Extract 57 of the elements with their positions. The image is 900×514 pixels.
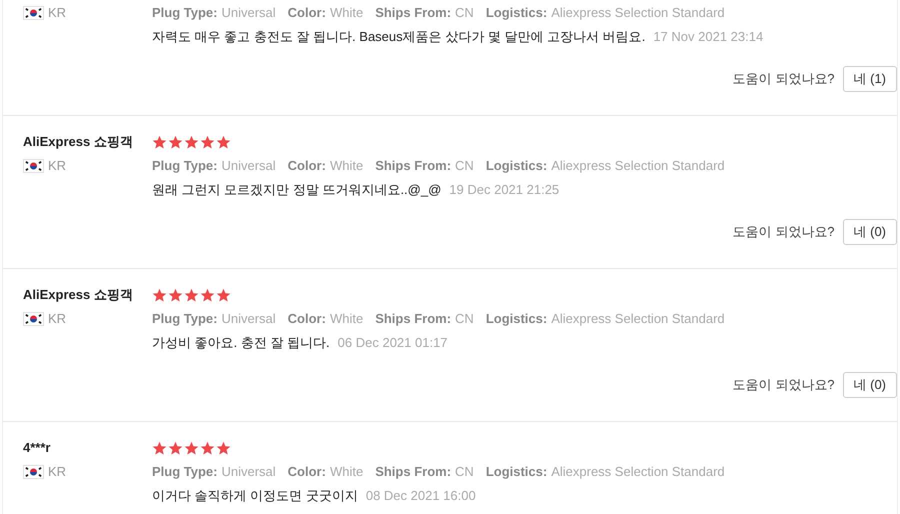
reviewer-name: 4***r	[23, 439, 52, 457]
attribute-label: Ships From:	[375, 5, 452, 20]
attribute-label: Ships From:	[375, 464, 452, 479]
attribute-value: White	[330, 158, 364, 173]
attribute-value: White	[330, 464, 364, 479]
reviewer-name: AliExpress 쇼핑객	[23, 133, 134, 151]
attribute-label: Ships From:	[375, 311, 452, 326]
helpful-question: 도움이 되었나요?	[732, 223, 834, 241]
attribute-label: Color:	[288, 5, 326, 20]
attribute-label: Ships From:	[375, 158, 452, 173]
helpful-question: 도움이 되었나요?	[732, 70, 834, 88]
attribute-label: Logistics:	[486, 311, 548, 326]
attribute-value: CN	[455, 464, 474, 479]
attribute-label: Plug Type:	[152, 158, 218, 173]
flag-icon	[23, 465, 44, 479]
attribute-value: Universal	[221, 5, 276, 20]
flag-icon	[23, 159, 44, 173]
attribute-label: Color:	[288, 464, 326, 479]
attribute-value: White	[330, 5, 364, 20]
attribute-label: Logistics:	[486, 5, 548, 20]
attribute-label: Plug Type:	[152, 5, 218, 20]
attribute-label: Plug Type:	[152, 311, 218, 326]
flag-icon	[23, 6, 44, 20]
country-code: KR	[48, 4, 66, 22]
attribute-value: CN	[455, 311, 474, 326]
helpful-question: 도움이 되었나요?	[732, 376, 834, 394]
attribute-value: Aliexpress Selection Standard	[551, 158, 725, 173]
attribute-value: CN	[455, 158, 474, 173]
attribute-value: CN	[455, 5, 474, 20]
reviewer-name: AliExpress 쇼핑객	[23, 286, 134, 304]
helpful-button[interactable]: 네 (0)	[842, 219, 897, 245]
attribute-value: Universal	[221, 464, 276, 479]
attribute-label: Color:	[288, 158, 326, 173]
review-date: 19 Dec 2021 21:25	[449, 181, 560, 199]
review-text: 가성비 좋아요. 충전 잘 됩니다.	[152, 334, 330, 352]
review-date: 17 Nov 2021 23:14	[653, 28, 764, 46]
helpful-button[interactable]: 네 (1)	[842, 66, 897, 92]
attribute-value: Aliexpress Selection Standard	[551, 464, 725, 479]
country-code: KR	[48, 310, 66, 328]
review-text: 자력도 매우 좋고 충전도 잘 됩니다. Baseus제품은 샀다가 몇 달만에 고장나서 버림요.	[152, 28, 646, 46]
country-code: KR	[48, 157, 66, 175]
attribute-label: Color:	[288, 311, 326, 326]
attribute-value: Universal	[221, 158, 276, 173]
review-text: 원래 그런지 모르겠지만 정말 뜨거워지네요..@_@	[152, 181, 442, 199]
attribute-value: Universal	[221, 311, 276, 326]
review-text: 이거다 솔직하게 이정도면 굿굿이지	[152, 487, 358, 505]
helpful-button[interactable]: 네 (0)	[842, 372, 897, 398]
attribute-label: Plug Type:	[152, 464, 218, 479]
review-date: 08 Dec 2021 16:00	[366, 487, 476, 505]
flag-icon	[23, 312, 44, 326]
country-code: KR	[48, 463, 66, 481]
attribute-value: White	[330, 311, 364, 326]
attribute-value: Aliexpress Selection Standard	[551, 311, 725, 326]
attribute-value: Aliexpress Selection Standard	[551, 5, 725, 20]
review-date: 06 Dec 2021 01:17	[338, 334, 448, 352]
attribute-label: Logistics:	[486, 158, 548, 173]
attribute-label: Logistics:	[486, 464, 548, 479]
